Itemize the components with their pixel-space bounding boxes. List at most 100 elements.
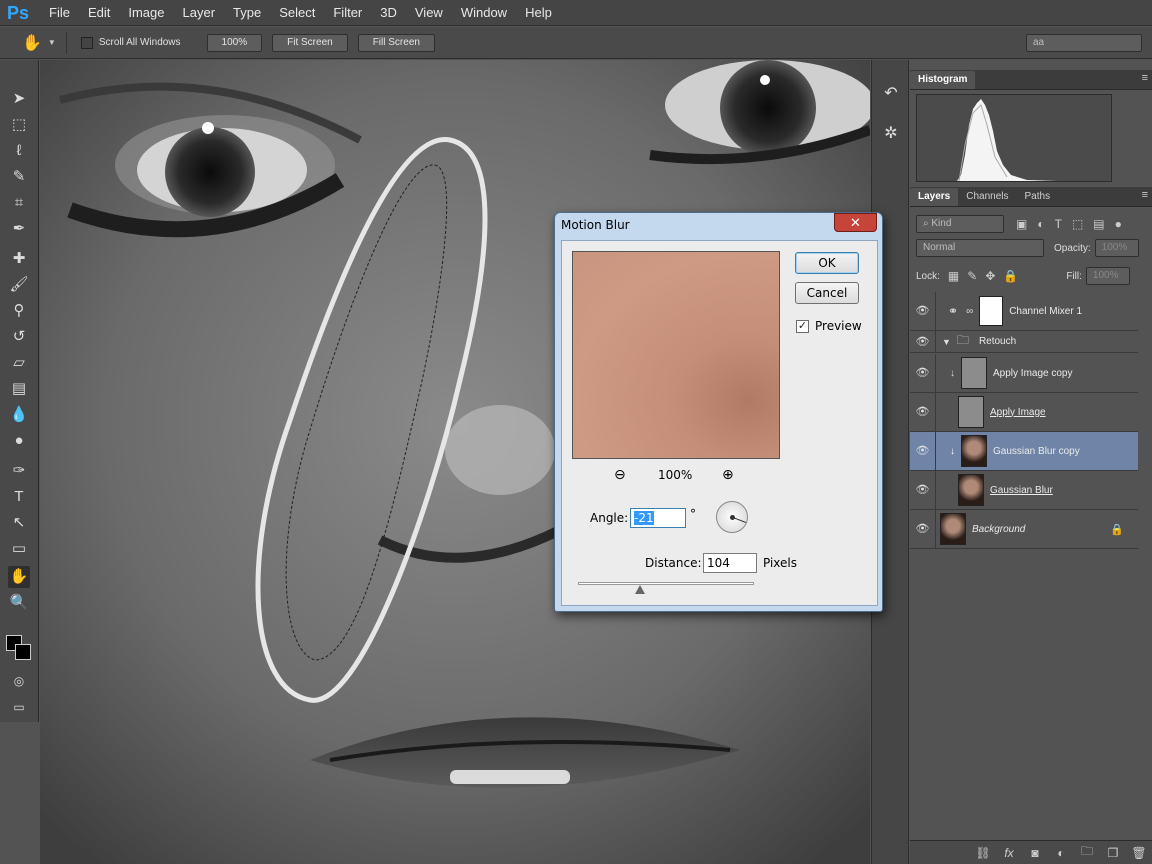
scroll-all-checkbox[interactable]: [80, 36, 93, 49]
preview-checkbox[interactable]: ✓: [796, 320, 809, 333]
menu-view[interactable]: View: [406, 0, 452, 26]
new-group-icon[interactable]: 🗀: [1074, 842, 1100, 863]
tab-channels[interactable]: Channels: [958, 188, 1016, 206]
type-tool-icon[interactable]: T: [8, 486, 30, 508]
filter-preview-image[interactable]: [572, 251, 780, 459]
close-button[interactable]: ✕: [834, 213, 877, 232]
layer-apply-image[interactable]: 👁 Apply Image: [910, 393, 1138, 432]
layer-apply-image-copy[interactable]: 👁 ↓ Apply Image copy: [910, 354, 1138, 393]
menu-3d[interactable]: 3D: [371, 0, 406, 26]
cancel-button[interactable]: Cancel: [795, 282, 859, 304]
chevron-down-icon[interactable]: ▼: [942, 337, 951, 347]
gradient-tool-icon[interactable]: ▤: [8, 378, 30, 400]
kind-filter-select[interactable]: ⌕ Kind: [916, 215, 1004, 233]
path-select-tool-icon[interactable]: ↖: [8, 512, 30, 534]
angle-dial[interactable]: [716, 501, 748, 533]
workspace-select[interactable]: aa: [1026, 34, 1142, 52]
tab-histogram[interactable]: Histogram: [910, 71, 976, 89]
quick-mask-icon[interactable]: ◎: [8, 670, 30, 692]
eyedropper-tool-icon[interactable]: ✒: [8, 218, 30, 240]
pixel-filter-icon[interactable]: ▣: [1016, 217, 1027, 231]
angle-input[interactable]: -21: [630, 508, 686, 528]
add-mask-icon[interactable]: ◙: [1022, 846, 1048, 860]
move-tool-icon[interactable]: ➤: [8, 88, 30, 110]
menu-image[interactable]: Image: [119, 0, 173, 26]
ok-button[interactable]: OK: [795, 252, 859, 274]
chevron-down-icon[interactable]: ▼: [48, 38, 56, 47]
lock-pixels-icon[interactable]: ✎: [967, 269, 977, 283]
eye-icon[interactable]: 👁: [910, 471, 936, 509]
lock-all-icon[interactable]: 🔒: [1003, 269, 1018, 283]
pen-tool-icon[interactable]: ✑: [8, 460, 30, 482]
panel-menu-icon[interactable]: ≡: [1142, 72, 1148, 84]
menu-help[interactable]: Help: [516, 0, 561, 26]
lasso-tool-icon[interactable]: ℓ: [8, 140, 30, 162]
filter-toggle-icon[interactable]: ●: [1115, 217, 1122, 231]
zoom-in-icon[interactable]: ⊕: [722, 467, 734, 483]
eye-icon[interactable]: 👁: [910, 354, 936, 392]
trash-icon[interactable]: 🗑: [1126, 846, 1152, 860]
menu-edit[interactable]: Edit: [79, 0, 119, 26]
fx-icon[interactable]: fx: [996, 846, 1022, 860]
zoom-out-icon[interactable]: ⊖: [614, 467, 626, 483]
history-brush-tool-icon[interactable]: ↺: [8, 326, 30, 348]
clone-stamp-tool-icon[interactable]: ⚲: [8, 300, 30, 322]
menu-window[interactable]: Window: [452, 0, 516, 26]
layer-group-retouch[interactable]: 👁 ▼ 🗀 Retouch: [910, 331, 1138, 353]
layers-panel-menu-icon[interactable]: ≡: [1142, 189, 1148, 201]
eye-icon[interactable]: 👁: [910, 393, 936, 431]
eraser-tool-icon[interactable]: ▱: [8, 352, 30, 374]
layer-gaussian-blur[interactable]: 👁 Gaussian Blur: [910, 471, 1138, 510]
tab-layers[interactable]: Layers: [910, 188, 959, 206]
blur-tool-icon[interactable]: 💧: [8, 404, 30, 426]
fill-screen-button[interactable]: Fill Screen: [357, 33, 435, 52]
type-filter-icon[interactable]: T: [1055, 217, 1062, 231]
layer-mask-thumbnail: [979, 296, 1004, 326]
smart-object-filter-icon[interactable]: ▤: [1093, 217, 1104, 231]
zoom-tool-icon[interactable]: 🔍: [8, 592, 30, 614]
opacity-field[interactable]: 100%: [1094, 239, 1139, 257]
new-layer-icon[interactable]: ❐: [1100, 846, 1126, 860]
marquee-tool-icon[interactable]: ⬚: [8, 114, 30, 136]
menu-select[interactable]: Select: [270, 0, 324, 26]
background-color-swatch[interactable]: [15, 644, 31, 660]
scroll-all-label: Scroll All Windows: [98, 37, 181, 48]
lock-position-icon[interactable]: ✥: [985, 269, 995, 283]
quick-select-tool-icon[interactable]: ✎: [8, 166, 30, 188]
healing-brush-tool-icon[interactable]: ✚: [8, 248, 30, 270]
rectangle-tool-icon[interactable]: ▭: [8, 538, 30, 560]
hand-tool-preset-icon[interactable]: ✋: [22, 33, 42, 53]
layer-gaussian-blur-copy[interactable]: 👁 ↓ Gaussian Blur copy: [910, 432, 1138, 471]
eye-icon[interactable]: 👁: [910, 331, 936, 352]
eye-icon[interactable]: 👁: [910, 510, 936, 548]
history-panel-icon[interactable]: ↶: [879, 82, 903, 106]
menu-layer[interactable]: Layer: [174, 0, 225, 26]
navigator-panel-icon[interactable]: ✲: [879, 122, 903, 146]
tab-paths[interactable]: Paths: [1017, 188, 1059, 206]
blend-mode-select[interactable]: Normal: [916, 239, 1044, 257]
distance-input[interactable]: 104: [703, 553, 757, 573]
shape-filter-icon[interactable]: ⬚: [1072, 217, 1083, 231]
distance-slider-track[interactable]: [578, 582, 754, 585]
link-layers-icon[interactable]: ⛓: [970, 846, 996, 860]
menu-type[interactable]: Type: [224, 0, 270, 26]
zoom-100-button[interactable]: 100%: [206, 33, 263, 52]
dodge-tool-icon[interactable]: ●: [8, 430, 30, 452]
new-adjustment-icon[interactable]: ◐: [1048, 846, 1074, 860]
lock-transparent-icon[interactable]: ▦: [948, 269, 959, 283]
layer-background[interactable]: 👁 Background 🔒: [910, 510, 1138, 549]
menu-filter[interactable]: Filter: [324, 0, 371, 26]
hand-tool-icon[interactable]: ✋: [8, 566, 30, 588]
crop-tool-icon[interactable]: ⌗: [8, 192, 30, 214]
layer-name: Channel Mixer 1: [1009, 305, 1083, 317]
eye-icon[interactable]: 👁: [910, 292, 936, 330]
eye-icon[interactable]: 👁: [910, 432, 936, 470]
screen-mode-icon[interactable]: ▭: [8, 696, 30, 718]
fit-screen-button[interactable]: Fit Screen: [272, 33, 348, 52]
distance-slider-thumb[interactable]: [635, 585, 645, 594]
fill-field[interactable]: 100%: [1085, 267, 1130, 285]
brush-tool-icon[interactable]: 🖌: [8, 274, 30, 296]
adjustment-filter-icon[interactable]: ◐: [1037, 217, 1044, 231]
layer-channel-mixer[interactable]: 👁 ⚭ ∞ Channel Mixer 1: [910, 292, 1138, 331]
menu-file[interactable]: File: [40, 0, 79, 26]
